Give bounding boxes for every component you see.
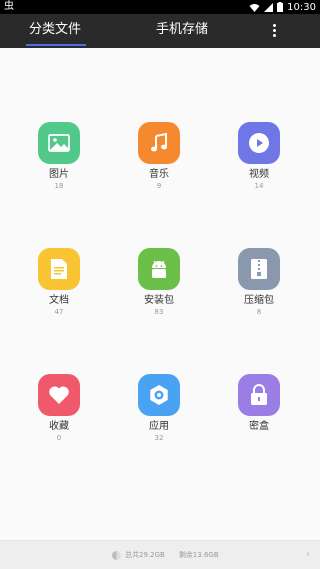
category-apk[interactable]: 安装包 83 bbox=[119, 248, 199, 317]
category-vault[interactable]: 密盒 bbox=[219, 374, 299, 434]
category-music[interactable]: 音乐 9 bbox=[119, 122, 199, 191]
category-count: 8 bbox=[256, 308, 262, 316]
gear-icon bbox=[138, 374, 180, 416]
category-documents[interactable]: 文档 47 bbox=[19, 248, 99, 317]
category-label: 文档 bbox=[49, 295, 69, 306]
category-count: 47 bbox=[54, 308, 64, 316]
category-archives[interactable]: 压缩包 8 bbox=[219, 248, 299, 317]
chevron-right-icon[interactable]: › bbox=[306, 550, 310, 560]
category-count: 83 bbox=[154, 308, 164, 316]
play-icon bbox=[238, 122, 280, 164]
category-label: 图片 bbox=[49, 169, 69, 180]
category-favorites[interactable]: 收藏 0 bbox=[19, 374, 99, 443]
storage-summary: 总共29.2GB 剩余13.6GB bbox=[112, 550, 219, 560]
tab-categories[interactable]: 分类文件 bbox=[24, 14, 86, 48]
more-vert-icon[interactable] bbox=[268, 24, 280, 38]
active-tab-indicator bbox=[26, 44, 86, 46]
category-label: 视频 bbox=[249, 169, 269, 180]
category-count: 18 bbox=[54, 182, 64, 190]
category-count: 9 bbox=[156, 182, 162, 190]
zip-icon bbox=[238, 248, 280, 290]
status-time: 10:30 bbox=[287, 1, 316, 13]
category-label: 音乐 bbox=[149, 169, 169, 180]
signal-icon bbox=[264, 2, 274, 12]
storage-total: 总共29.2GB bbox=[125, 551, 165, 559]
category-apps[interactable]: 应用 32 bbox=[119, 374, 199, 443]
battery-icon bbox=[277, 2, 284, 12]
category-label: 应用 bbox=[149, 421, 169, 432]
category-label: 压缩包 bbox=[244, 295, 274, 306]
category-grid: 图片 18 音乐 9 视频 14 文档 47 安装包 83 压缩包 8 收藏 0… bbox=[0, 48, 320, 540]
category-count: 14 bbox=[254, 182, 264, 190]
category-label: 收藏 bbox=[49, 421, 69, 432]
category-label: 安装包 bbox=[144, 295, 174, 306]
tab-phone-storage[interactable]: 手机存储 bbox=[140, 14, 224, 48]
category-video[interactable]: 视频 14 bbox=[219, 122, 299, 191]
category-images[interactable]: 图片 18 bbox=[19, 122, 99, 191]
category-count: 0 bbox=[56, 434, 62, 442]
lock-icon bbox=[238, 374, 280, 416]
category-count: 32 bbox=[154, 434, 164, 442]
music-icon bbox=[138, 122, 180, 164]
storage-free: 剩余13.6GB bbox=[178, 551, 219, 559]
bug-icon: 虫 bbox=[4, 1, 14, 12]
category-label: 密盒 bbox=[249, 421, 269, 432]
android-icon bbox=[138, 248, 180, 290]
status-icons: 10:30 bbox=[249, 0, 316, 14]
status-bar: 虫 10:30 bbox=[0, 0, 320, 14]
storage-pie-icon bbox=[112, 550, 121, 560]
image-icon bbox=[38, 122, 80, 164]
wifi-icon bbox=[249, 3, 260, 12]
app-bar: 分类文件 手机存储 bbox=[0, 14, 320, 48]
document-icon bbox=[38, 248, 80, 290]
heart-icon bbox=[38, 374, 80, 416]
storage-bar[interactable]: 总共29.2GB 剩余13.6GB › bbox=[0, 540, 320, 569]
